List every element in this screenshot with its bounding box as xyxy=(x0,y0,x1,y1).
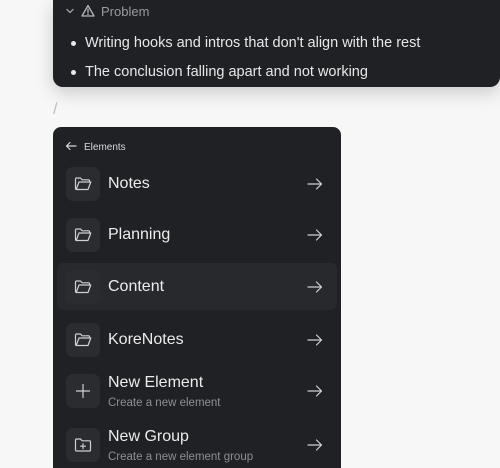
folder-icon xyxy=(66,322,100,357)
bullet-item: The conclusion falling apart and not wor… xyxy=(71,58,490,87)
arrow-right-icon xyxy=(307,280,323,294)
arrow-right-icon xyxy=(307,228,323,242)
plus-icon xyxy=(66,373,100,408)
menu-item-label: Notes xyxy=(108,174,150,192)
menu-item-new-element[interactable]: New Element Create a new element xyxy=(57,367,337,414)
folder-icon xyxy=(66,166,100,201)
problem-bullet-list: Writing hooks and intros that don't alig… xyxy=(71,29,490,87)
menu-item-label: Content xyxy=(108,277,165,295)
problem-header[interactable]: Problem xyxy=(65,2,149,20)
arrow-left-icon xyxy=(65,141,77,154)
menu-item-planning[interactable]: Planning xyxy=(57,211,337,258)
menu-item-label: KoreNotes xyxy=(108,330,184,348)
menu-item-description: Create a new element xyxy=(108,397,221,409)
folder-plus-icon xyxy=(66,427,100,462)
bullet-item: Writing hooks and intros that don't alig… xyxy=(71,29,490,58)
arrow-right-icon xyxy=(307,438,323,452)
arrow-right-icon xyxy=(307,177,323,191)
elements-menu: Elements Notes Planning Content KoreNote… xyxy=(53,127,341,468)
slash-command-text[interactable]: / xyxy=(53,101,57,119)
folder-icon xyxy=(66,217,100,252)
warning-icon xyxy=(81,4,95,18)
problem-card: Problem Writing hooks and intros that do… xyxy=(53,0,500,87)
panel-title: Elements xyxy=(84,141,126,153)
menu-item-new-group[interactable]: New Group Create a new element group xyxy=(57,421,337,468)
chevron-down-icon[interactable] xyxy=(65,6,75,16)
arrow-right-icon xyxy=(307,384,323,398)
menu-item-description: Create a new element group xyxy=(108,451,254,463)
menu-item-korenotes[interactable]: KoreNotes xyxy=(57,316,337,363)
menu-item-notes[interactable]: Notes xyxy=(57,160,337,207)
back-button[interactable]: Elements xyxy=(65,139,126,155)
folder-icon xyxy=(66,269,100,304)
menu-item-label: New Group xyxy=(108,428,189,445)
arrow-right-icon xyxy=(307,333,323,347)
menu-item-label: New Element xyxy=(108,374,204,391)
menu-item-content[interactable]: Content xyxy=(57,263,337,310)
problem-title: Problem xyxy=(101,3,150,19)
menu-item-label: Planning xyxy=(108,225,171,243)
